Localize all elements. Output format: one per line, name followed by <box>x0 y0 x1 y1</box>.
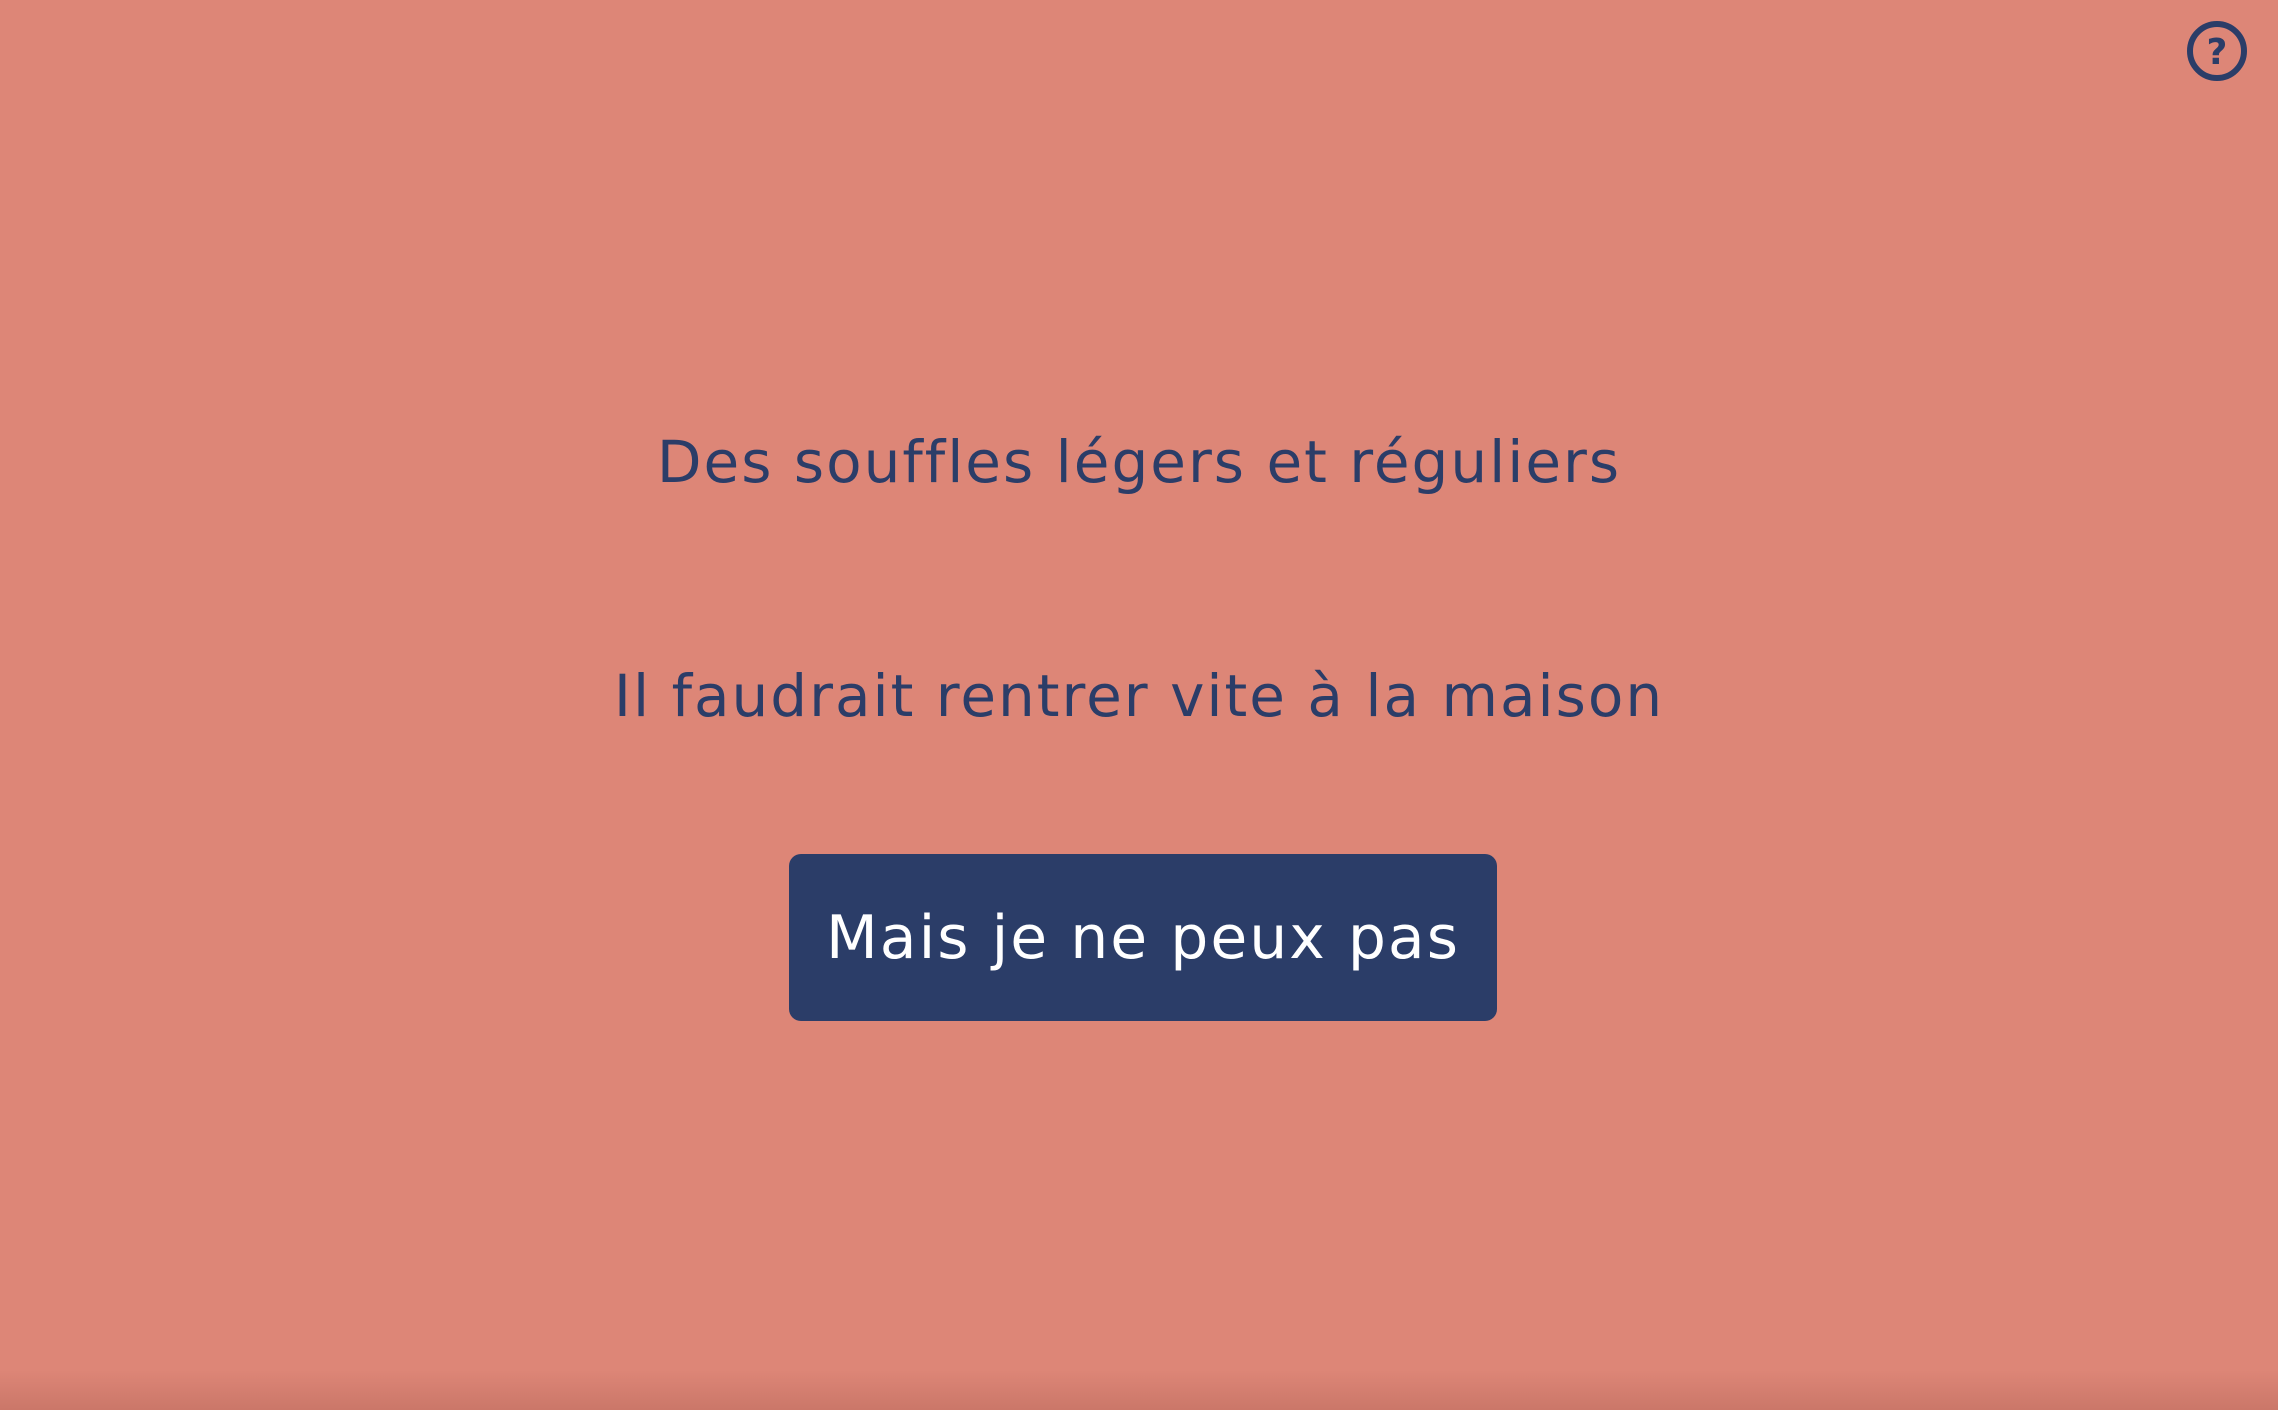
question-circle-icon: ? <box>2186 20 2248 82</box>
bottom-shadow <box>0 1370 2278 1410</box>
help-button[interactable]: ? <box>2186 20 2248 82</box>
choice-button[interactable]: Mais je ne peux pas <box>789 854 1497 1021</box>
svg-text:?: ? <box>2207 32 2228 73</box>
story-line-2: Il faudrait rentrer vite à la maison <box>613 662 1665 730</box>
story-line-1: Des souffles légers et réguliers <box>656 428 1622 496</box>
